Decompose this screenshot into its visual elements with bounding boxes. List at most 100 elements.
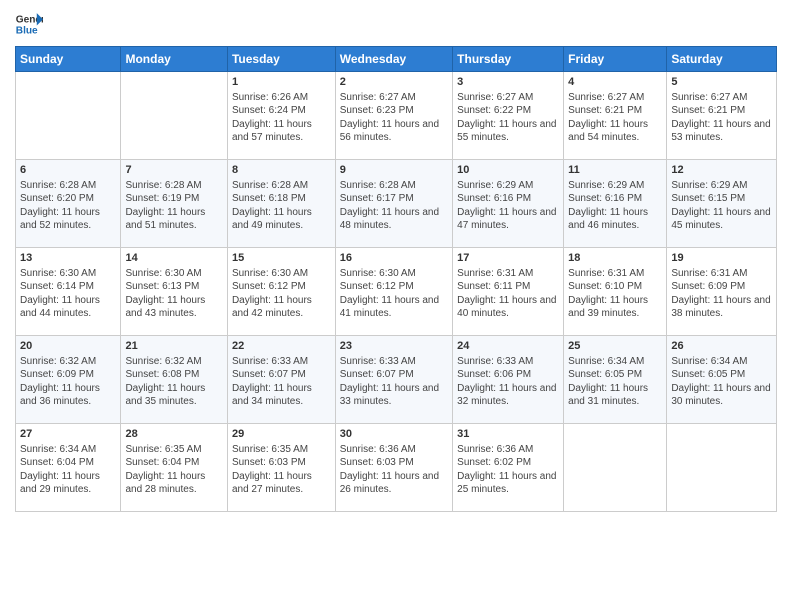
day-info-line: Sunset: 6:18 PM <box>232 192 331 206</box>
day-number: 12 <box>671 163 772 178</box>
calendar-cell: 9Sunrise: 6:28 AMSunset: 6:17 PMDaylight… <box>335 160 452 248</box>
day-info-line: Sunrise: 6:31 AM <box>457 267 559 281</box>
day-number: 3 <box>457 75 559 90</box>
calendar-cell: 21Sunrise: 6:32 AMSunset: 6:08 PMDayligh… <box>121 336 228 424</box>
day-info-line: Sunset: 6:17 PM <box>340 192 448 206</box>
calendar-week-row: 20Sunrise: 6:32 AMSunset: 6:09 PMDayligh… <box>16 336 777 424</box>
day-info-line: Sunrise: 6:34 AM <box>20 443 116 457</box>
day-number: 27 <box>20 427 116 442</box>
day-number: 17 <box>457 251 559 266</box>
day-info-line: Sunset: 6:13 PM <box>125 280 223 294</box>
day-info-line: Sunset: 6:04 PM <box>125 456 223 470</box>
day-number: 19 <box>671 251 772 266</box>
day-info-line: Daylight: 11 hours and 25 minutes. <box>457 470 559 497</box>
day-info-line: Sunrise: 6:27 AM <box>340 91 448 105</box>
day-info-line: Sunset: 6:12 PM <box>340 280 448 294</box>
day-number: 9 <box>340 163 448 178</box>
weekday-header: Friday <box>564 47 667 72</box>
day-info-line: Sunset: 6:08 PM <box>125 368 223 382</box>
day-number: 25 <box>568 339 662 354</box>
day-info-line: Daylight: 11 hours and 28 minutes. <box>125 470 223 497</box>
day-info-line: Daylight: 11 hours and 35 minutes. <box>125 382 223 409</box>
day-info-line: Daylight: 11 hours and 40 minutes. <box>457 294 559 321</box>
day-info-line: Daylight: 11 hours and 49 minutes. <box>232 206 331 233</box>
day-number: 15 <box>232 251 331 266</box>
calendar-cell: 25Sunrise: 6:34 AMSunset: 6:05 PMDayligh… <box>564 336 667 424</box>
calendar-cell: 17Sunrise: 6:31 AMSunset: 6:11 PMDayligh… <box>453 248 564 336</box>
day-info-line: Daylight: 11 hours and 30 minutes. <box>671 382 772 409</box>
day-info-line: Sunrise: 6:27 AM <box>457 91 559 105</box>
day-info-line: Daylight: 11 hours and 36 minutes. <box>20 382 116 409</box>
day-info-line: Daylight: 11 hours and 55 minutes. <box>457 118 559 145</box>
day-info-line: Daylight: 11 hours and 47 minutes. <box>457 206 559 233</box>
day-info-line: Sunset: 6:22 PM <box>457 104 559 118</box>
day-info-line: Daylight: 11 hours and 53 minutes. <box>671 118 772 145</box>
day-info-line: Sunrise: 6:36 AM <box>340 443 448 457</box>
day-info-line: Sunrise: 6:31 AM <box>568 267 662 281</box>
day-number: 8 <box>232 163 331 178</box>
day-info-line: Sunset: 6:02 PM <box>457 456 559 470</box>
calendar-cell <box>16 72 121 160</box>
day-info-line: Sunset: 6:07 PM <box>232 368 331 382</box>
calendar-cell: 28Sunrise: 6:35 AMSunset: 6:04 PMDayligh… <box>121 424 228 512</box>
day-info-line: Sunrise: 6:27 AM <box>671 91 772 105</box>
calendar-cell: 3Sunrise: 6:27 AMSunset: 6:22 PMDaylight… <box>453 72 564 160</box>
day-number: 24 <box>457 339 559 354</box>
day-info-line: Daylight: 11 hours and 43 minutes. <box>125 294 223 321</box>
day-number: 13 <box>20 251 116 266</box>
day-info-line: Sunset: 6:19 PM <box>125 192 223 206</box>
header: General Blue <box>15 10 777 38</box>
day-info-line: Daylight: 11 hours and 44 minutes. <box>20 294 116 321</box>
calendar-cell: 11Sunrise: 6:29 AMSunset: 6:16 PMDayligh… <box>564 160 667 248</box>
day-info-line: Sunset: 6:16 PM <box>568 192 662 206</box>
calendar-cell: 20Sunrise: 6:32 AMSunset: 6:09 PMDayligh… <box>16 336 121 424</box>
day-number: 14 <box>125 251 223 266</box>
day-info-line: Sunrise: 6:29 AM <box>457 179 559 193</box>
page: General Blue SundayMondayTuesdayWednesda… <box>0 0 792 612</box>
day-info-line: Sunset: 6:21 PM <box>568 104 662 118</box>
calendar-cell <box>564 424 667 512</box>
day-info-line: Sunset: 6:10 PM <box>568 280 662 294</box>
calendar-cell: 2Sunrise: 6:27 AMSunset: 6:23 PMDaylight… <box>335 72 452 160</box>
calendar-cell: 24Sunrise: 6:33 AMSunset: 6:06 PMDayligh… <box>453 336 564 424</box>
logo-icon: General Blue <box>15 10 43 38</box>
calendar-cell: 13Sunrise: 6:30 AMSunset: 6:14 PMDayligh… <box>16 248 121 336</box>
day-info-line: Daylight: 11 hours and 29 minutes. <box>20 470 116 497</box>
day-number: 31 <box>457 427 559 442</box>
day-info-line: Sunset: 6:16 PM <box>457 192 559 206</box>
calendar-cell: 26Sunrise: 6:34 AMSunset: 6:05 PMDayligh… <box>667 336 777 424</box>
day-number: 2 <box>340 75 448 90</box>
weekday-header: Wednesday <box>335 47 452 72</box>
day-number: 11 <box>568 163 662 178</box>
day-info-line: Sunset: 6:12 PM <box>232 280 331 294</box>
day-info-line: Daylight: 11 hours and 48 minutes. <box>340 206 448 233</box>
calendar-cell: 19Sunrise: 6:31 AMSunset: 6:09 PMDayligh… <box>667 248 777 336</box>
day-info-line: Daylight: 11 hours and 46 minutes. <box>568 206 662 233</box>
day-info-line: Daylight: 11 hours and 56 minutes. <box>340 118 448 145</box>
day-info-line: Daylight: 11 hours and 45 minutes. <box>671 206 772 233</box>
day-number: 10 <box>457 163 559 178</box>
day-info-line: Sunset: 6:04 PM <box>20 456 116 470</box>
day-info-line: Sunset: 6:09 PM <box>20 368 116 382</box>
day-info-line: Daylight: 11 hours and 38 minutes. <box>671 294 772 321</box>
day-info-line: Sunrise: 6:27 AM <box>568 91 662 105</box>
day-number: 7 <box>125 163 223 178</box>
day-info-line: Daylight: 11 hours and 31 minutes. <box>568 382 662 409</box>
day-number: 22 <box>232 339 331 354</box>
day-number: 28 <box>125 427 223 442</box>
day-number: 6 <box>20 163 116 178</box>
day-info-line: Sunset: 6:24 PM <box>232 104 331 118</box>
day-info-line: Daylight: 11 hours and 51 minutes. <box>125 206 223 233</box>
calendar-cell: 5Sunrise: 6:27 AMSunset: 6:21 PMDaylight… <box>667 72 777 160</box>
day-number: 20 <box>20 339 116 354</box>
day-info-line: Sunrise: 6:33 AM <box>340 355 448 369</box>
day-info-line: Sunset: 6:07 PM <box>340 368 448 382</box>
day-info-line: Sunset: 6:06 PM <box>457 368 559 382</box>
day-info-line: Daylight: 11 hours and 33 minutes. <box>340 382 448 409</box>
day-number: 4 <box>568 75 662 90</box>
day-info-line: Sunrise: 6:28 AM <box>125 179 223 193</box>
calendar-cell: 1Sunrise: 6:26 AMSunset: 6:24 PMDaylight… <box>227 72 335 160</box>
calendar-cell: 18Sunrise: 6:31 AMSunset: 6:10 PMDayligh… <box>564 248 667 336</box>
day-info-line: Daylight: 11 hours and 54 minutes. <box>568 118 662 145</box>
day-number: 5 <box>671 75 772 90</box>
